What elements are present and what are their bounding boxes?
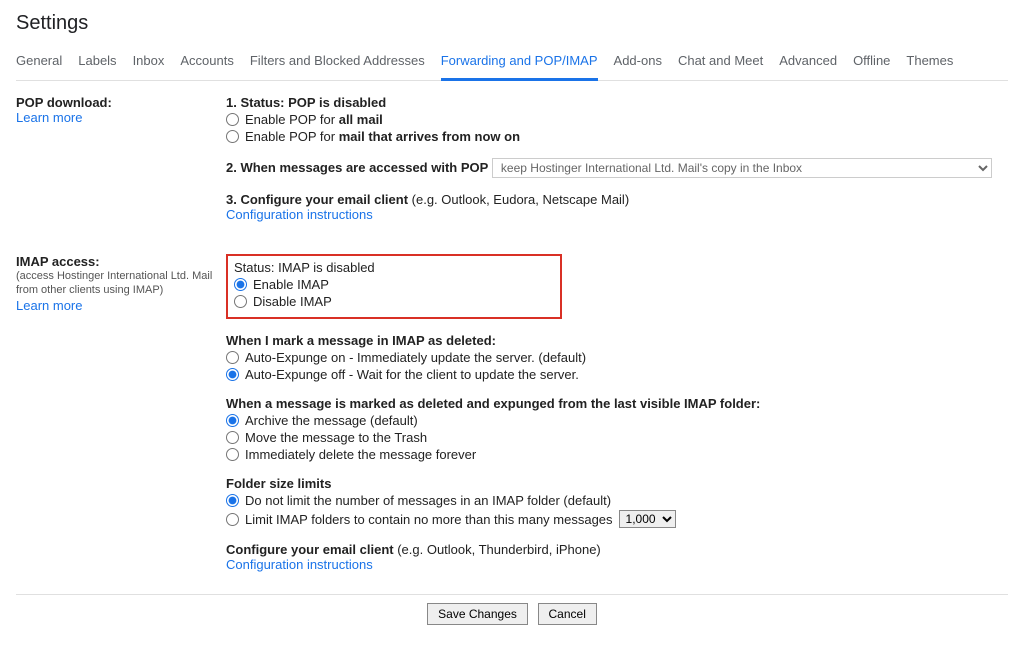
pop-step2-heading: 2. When messages are accessed with POP xyxy=(226,160,488,175)
folder-limit-radio[interactable] xyxy=(226,513,239,526)
expunged-delete-radio[interactable] xyxy=(226,448,239,461)
tab-offline[interactable]: Offline xyxy=(853,47,890,80)
cancel-button[interactable]: Cancel xyxy=(538,603,597,625)
tab-chat-and-meet[interactable]: Chat and Meet xyxy=(678,47,763,80)
pop-learn-more-link[interactable]: Learn more xyxy=(16,110,82,125)
page-title: Settings xyxy=(16,12,1008,35)
pop-section: POP download: Learn more 1. Status: POP … xyxy=(16,95,1008,236)
imap-enable-label: Enable IMAP xyxy=(253,277,329,292)
pop-step3-sub: (e.g. Outlook, Eudora, Netscape Mail) xyxy=(408,192,629,207)
imap-status-highlight: Status: IMAP is disabled Enable IMAP Dis… xyxy=(226,254,562,319)
pop-enable-now-label: Enable POP for mail that arrives from no… xyxy=(245,129,520,144)
tab-advanced[interactable]: Advanced xyxy=(779,47,837,80)
imap-label: IMAP access: xyxy=(16,254,216,269)
tab-inbox[interactable]: Inbox xyxy=(133,47,165,80)
settings-tabs: General Labels Inbox Accounts Filters and Bl… xyxy=(16,47,1008,81)
button-row: Save Changes Cancel xyxy=(16,594,1008,625)
expunged-trash-label: Move the message to the Trash xyxy=(245,430,427,445)
folder-limit-select[interactable]: 1,000 xyxy=(619,510,676,528)
imap-enable-radio[interactable] xyxy=(234,278,247,291)
pop-enable-all-radio[interactable] xyxy=(226,113,239,126)
folder-limit-label: Limit IMAP folders to contain no more th… xyxy=(245,512,613,527)
imap-configure-heading: Configure your email client xyxy=(226,542,394,557)
pop-enable-now-radio[interactable] xyxy=(226,130,239,143)
pop-label: POP download: xyxy=(16,95,216,110)
pop-config-link[interactable]: Configuration instructions xyxy=(226,207,373,222)
imap-disable-label: Disable IMAP xyxy=(253,294,332,309)
expunged-trash-radio[interactable] xyxy=(226,431,239,444)
imap-sublabel: (access Hostinger International Ltd. Mai… xyxy=(16,269,216,298)
tab-add-ons[interactable]: Add-ons xyxy=(614,47,662,80)
expunge-off-label: Auto-Expunge off - Wait for the client t… xyxy=(245,367,579,382)
imap-configure-sub: (e.g. Outlook, Thunderbird, iPhone) xyxy=(394,542,601,557)
expunged-delete-label: Immediately delete the message forever xyxy=(245,447,476,462)
imap-disable-radio[interactable] xyxy=(234,295,247,308)
imap-section: IMAP access: (access Hostinger Internati… xyxy=(16,254,1008,576)
tab-filters-and-blocked-addresses[interactable]: Filters and Blocked Addresses xyxy=(250,47,425,80)
pop-step3-heading: 3. Configure your email client xyxy=(226,192,408,207)
expunged-archive-label: Archive the message (default) xyxy=(245,413,418,428)
tab-general[interactable]: General xyxy=(16,47,62,80)
expunge-off-radio[interactable] xyxy=(226,368,239,381)
folder-nolimit-radio[interactable] xyxy=(226,494,239,507)
imap-expunged-heading: When a message is marked as deleted and … xyxy=(226,396,1008,411)
tab-accounts[interactable]: Accounts xyxy=(180,47,233,80)
folder-limits-heading: Folder size limits xyxy=(226,476,1008,491)
imap-learn-more-link[interactable]: Learn more xyxy=(16,298,82,313)
imap-deleted-heading: When I mark a message in IMAP as deleted… xyxy=(226,333,1008,348)
pop-status-prefix: 1. Status: xyxy=(226,95,288,110)
tab-themes[interactable]: Themes xyxy=(906,47,953,80)
pop-enable-all-label: Enable POP for all mail xyxy=(245,112,383,127)
pop-status: POP is disabled xyxy=(288,95,386,110)
expunge-on-radio[interactable] xyxy=(226,351,239,364)
imap-config-link[interactable]: Configuration instructions xyxy=(226,557,373,572)
imap-status: Status: IMAP is disabled xyxy=(234,260,554,275)
pop-access-select[interactable]: keep Hostinger International Ltd. Mail's… xyxy=(492,158,992,178)
expunged-archive-radio[interactable] xyxy=(226,414,239,427)
expunge-on-label: Auto-Expunge on - Immediately update the… xyxy=(245,350,586,365)
save-button[interactable]: Save Changes xyxy=(427,603,528,625)
tab-forwarding-and-pop-imap[interactable]: Forwarding and POP/IMAP xyxy=(441,47,598,81)
tab-labels[interactable]: Labels xyxy=(78,47,116,80)
folder-nolimit-label: Do not limit the number of messages in a… xyxy=(245,493,611,508)
